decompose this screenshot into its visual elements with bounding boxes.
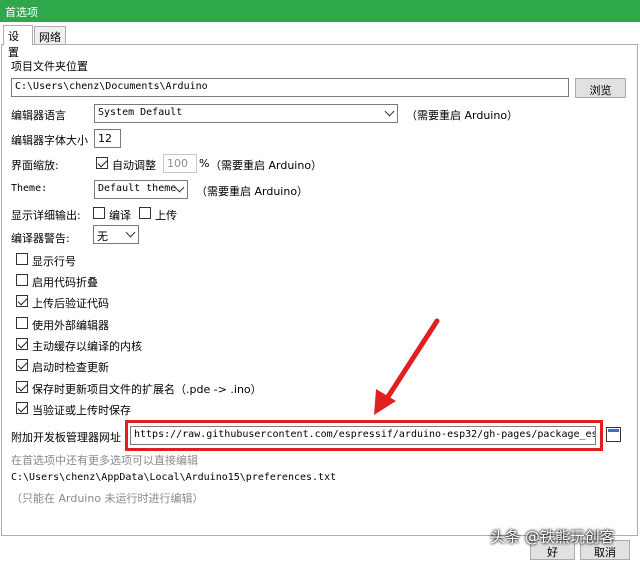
tab-settings[interactable]: 设置 [3, 25, 33, 59]
verbose-label: 显示详细输出: [11, 209, 81, 222]
option-checkbox-external-editor[interactable] [16, 317, 28, 329]
scale-note: （需要重启 Arduino） [210, 159, 323, 172]
sketchbook-path-input[interactable]: C:\Users\chenz\Documents\Arduino [11, 78, 569, 97]
theme-note: （需要重启 Arduino） [196, 185, 309, 198]
board-urls-label: 附加开发板管理器网址 [11, 431, 121, 444]
editor-language-select[interactable]: System Default [94, 104, 398, 123]
option-checkbox-code-folding[interactable] [16, 274, 28, 286]
title-bar: 首选项 [0, 0, 640, 22]
option-label: 上传后验证代码 [32, 297, 109, 310]
warnings-value: 无 [97, 230, 108, 243]
option-checkbox-check-updates[interactable] [16, 359, 28, 371]
option-label: 当验证或上传时保存 [32, 404, 131, 417]
editor-language-label: 编辑器语言 [11, 109, 66, 122]
option-label: 启用代码折叠 [32, 276, 98, 289]
verbose-compile-checkbox[interactable] [93, 207, 105, 219]
option-label: 主动缓存以编译的内核 [32, 340, 142, 353]
editor-language-value: System Default [98, 107, 183, 118]
option-label: 保存时更新项目文件的扩展名（.pde -> .ino） [32, 383, 262, 396]
scale-input[interactable]: 100 [163, 154, 197, 173]
font-size-label: 编辑器字体大小 [11, 134, 88, 147]
verbose-upload-checkbox[interactable] [139, 207, 151, 219]
option-checkbox-line-numbers[interactable] [16, 253, 28, 265]
option-checkbox-verify-upload[interactable] [16, 295, 28, 307]
warnings-select[interactable]: 无 [93, 225, 139, 244]
chevron-down-icon [125, 227, 136, 238]
window-title: 首选项 [5, 6, 38, 19]
theme-select[interactable]: Default theme [94, 180, 188, 199]
option-checkbox-update-extension[interactable] [16, 381, 28, 393]
auto-scale-checkbox[interactable] [96, 157, 108, 169]
tab-network[interactable]: 网络 [34, 26, 66, 45]
browse-button[interactable]: 浏览 [575, 78, 626, 98]
verbose-compile-label: 编译 [109, 209, 131, 222]
prefs-path: C:\Users\chenz\AppData\Local\Arduino15\p… [11, 472, 337, 483]
editor-language-note: （需要重启 Arduino） [406, 109, 519, 122]
scale-label: 界面缩放: [11, 159, 59, 172]
tab-bar: 设置 网络 [0, 25, 640, 59]
option-checkbox-cache-core[interactable] [16, 338, 28, 350]
theme-label: Theme: [11, 183, 48, 194]
annotation-arrow-icon [374, 318, 440, 415]
window-icon[interactable] [606, 427, 621, 442]
option-label: 启动时检查更新 [32, 361, 109, 374]
edit-note: （只能在 Arduino 未运行时进行编辑） [11, 492, 204, 505]
font-size-input[interactable]: 12 [94, 129, 121, 148]
option-label: 使用外部编辑器 [32, 319, 109, 332]
scale-unit: % [199, 157, 210, 170]
more-prefs-note: 在首选项中还有更多选项可以直接编辑 [11, 454, 198, 467]
warnings-label: 编译器警告: [11, 232, 70, 245]
verbose-upload-label: 上传 [155, 209, 177, 222]
option-checkbox-save-on-verify[interactable] [16, 402, 28, 414]
sketchbook-label: 项目文件夹位置 [11, 60, 88, 73]
auto-scale-label: 自动调整 [112, 159, 156, 172]
theme-value: Default theme [98, 183, 177, 194]
watermark: 头条 @铁熊玩创客 [490, 528, 615, 546]
option-label: 显示行号 [32, 255, 76, 268]
chevron-down-icon [384, 106, 395, 117]
